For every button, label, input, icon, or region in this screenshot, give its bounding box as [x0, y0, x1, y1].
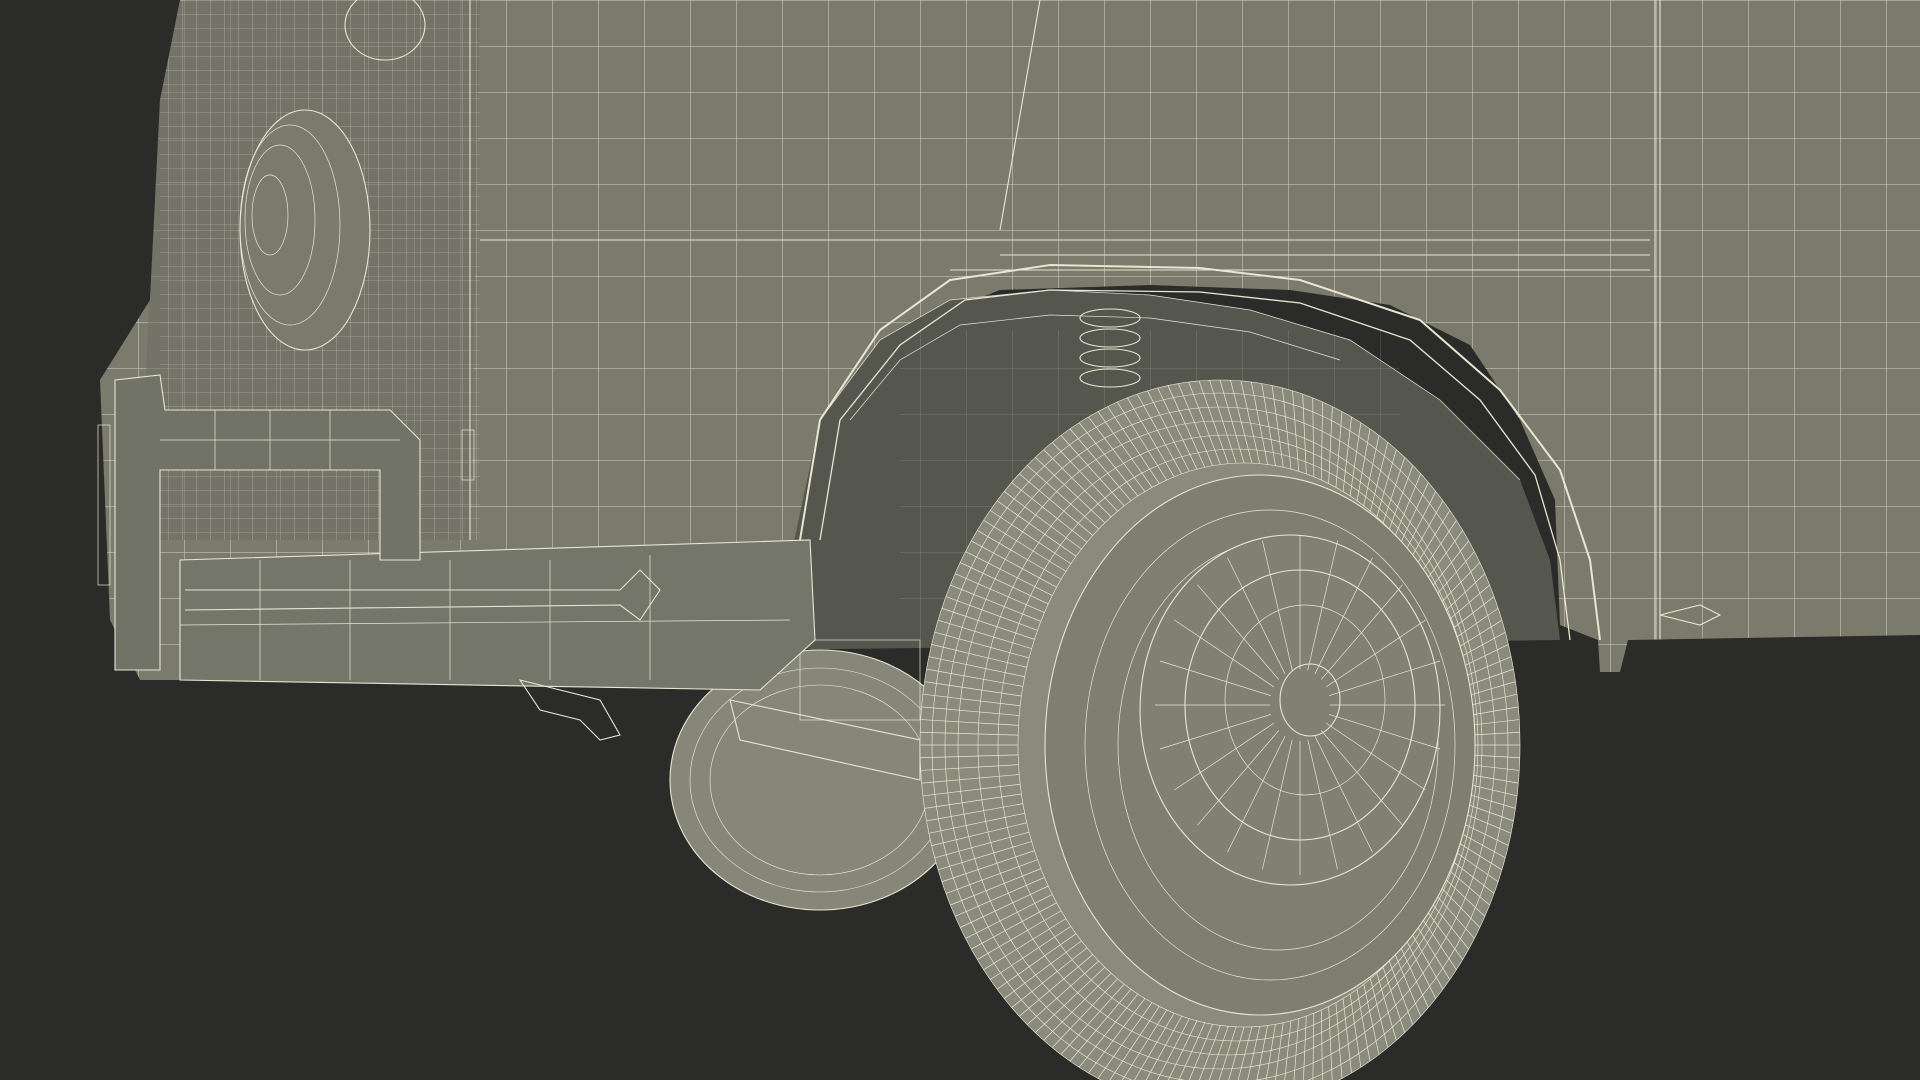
wireframe-render-viewport: [0, 0, 1920, 1080]
front-wheel-mesh: [919, 379, 1521, 1080]
